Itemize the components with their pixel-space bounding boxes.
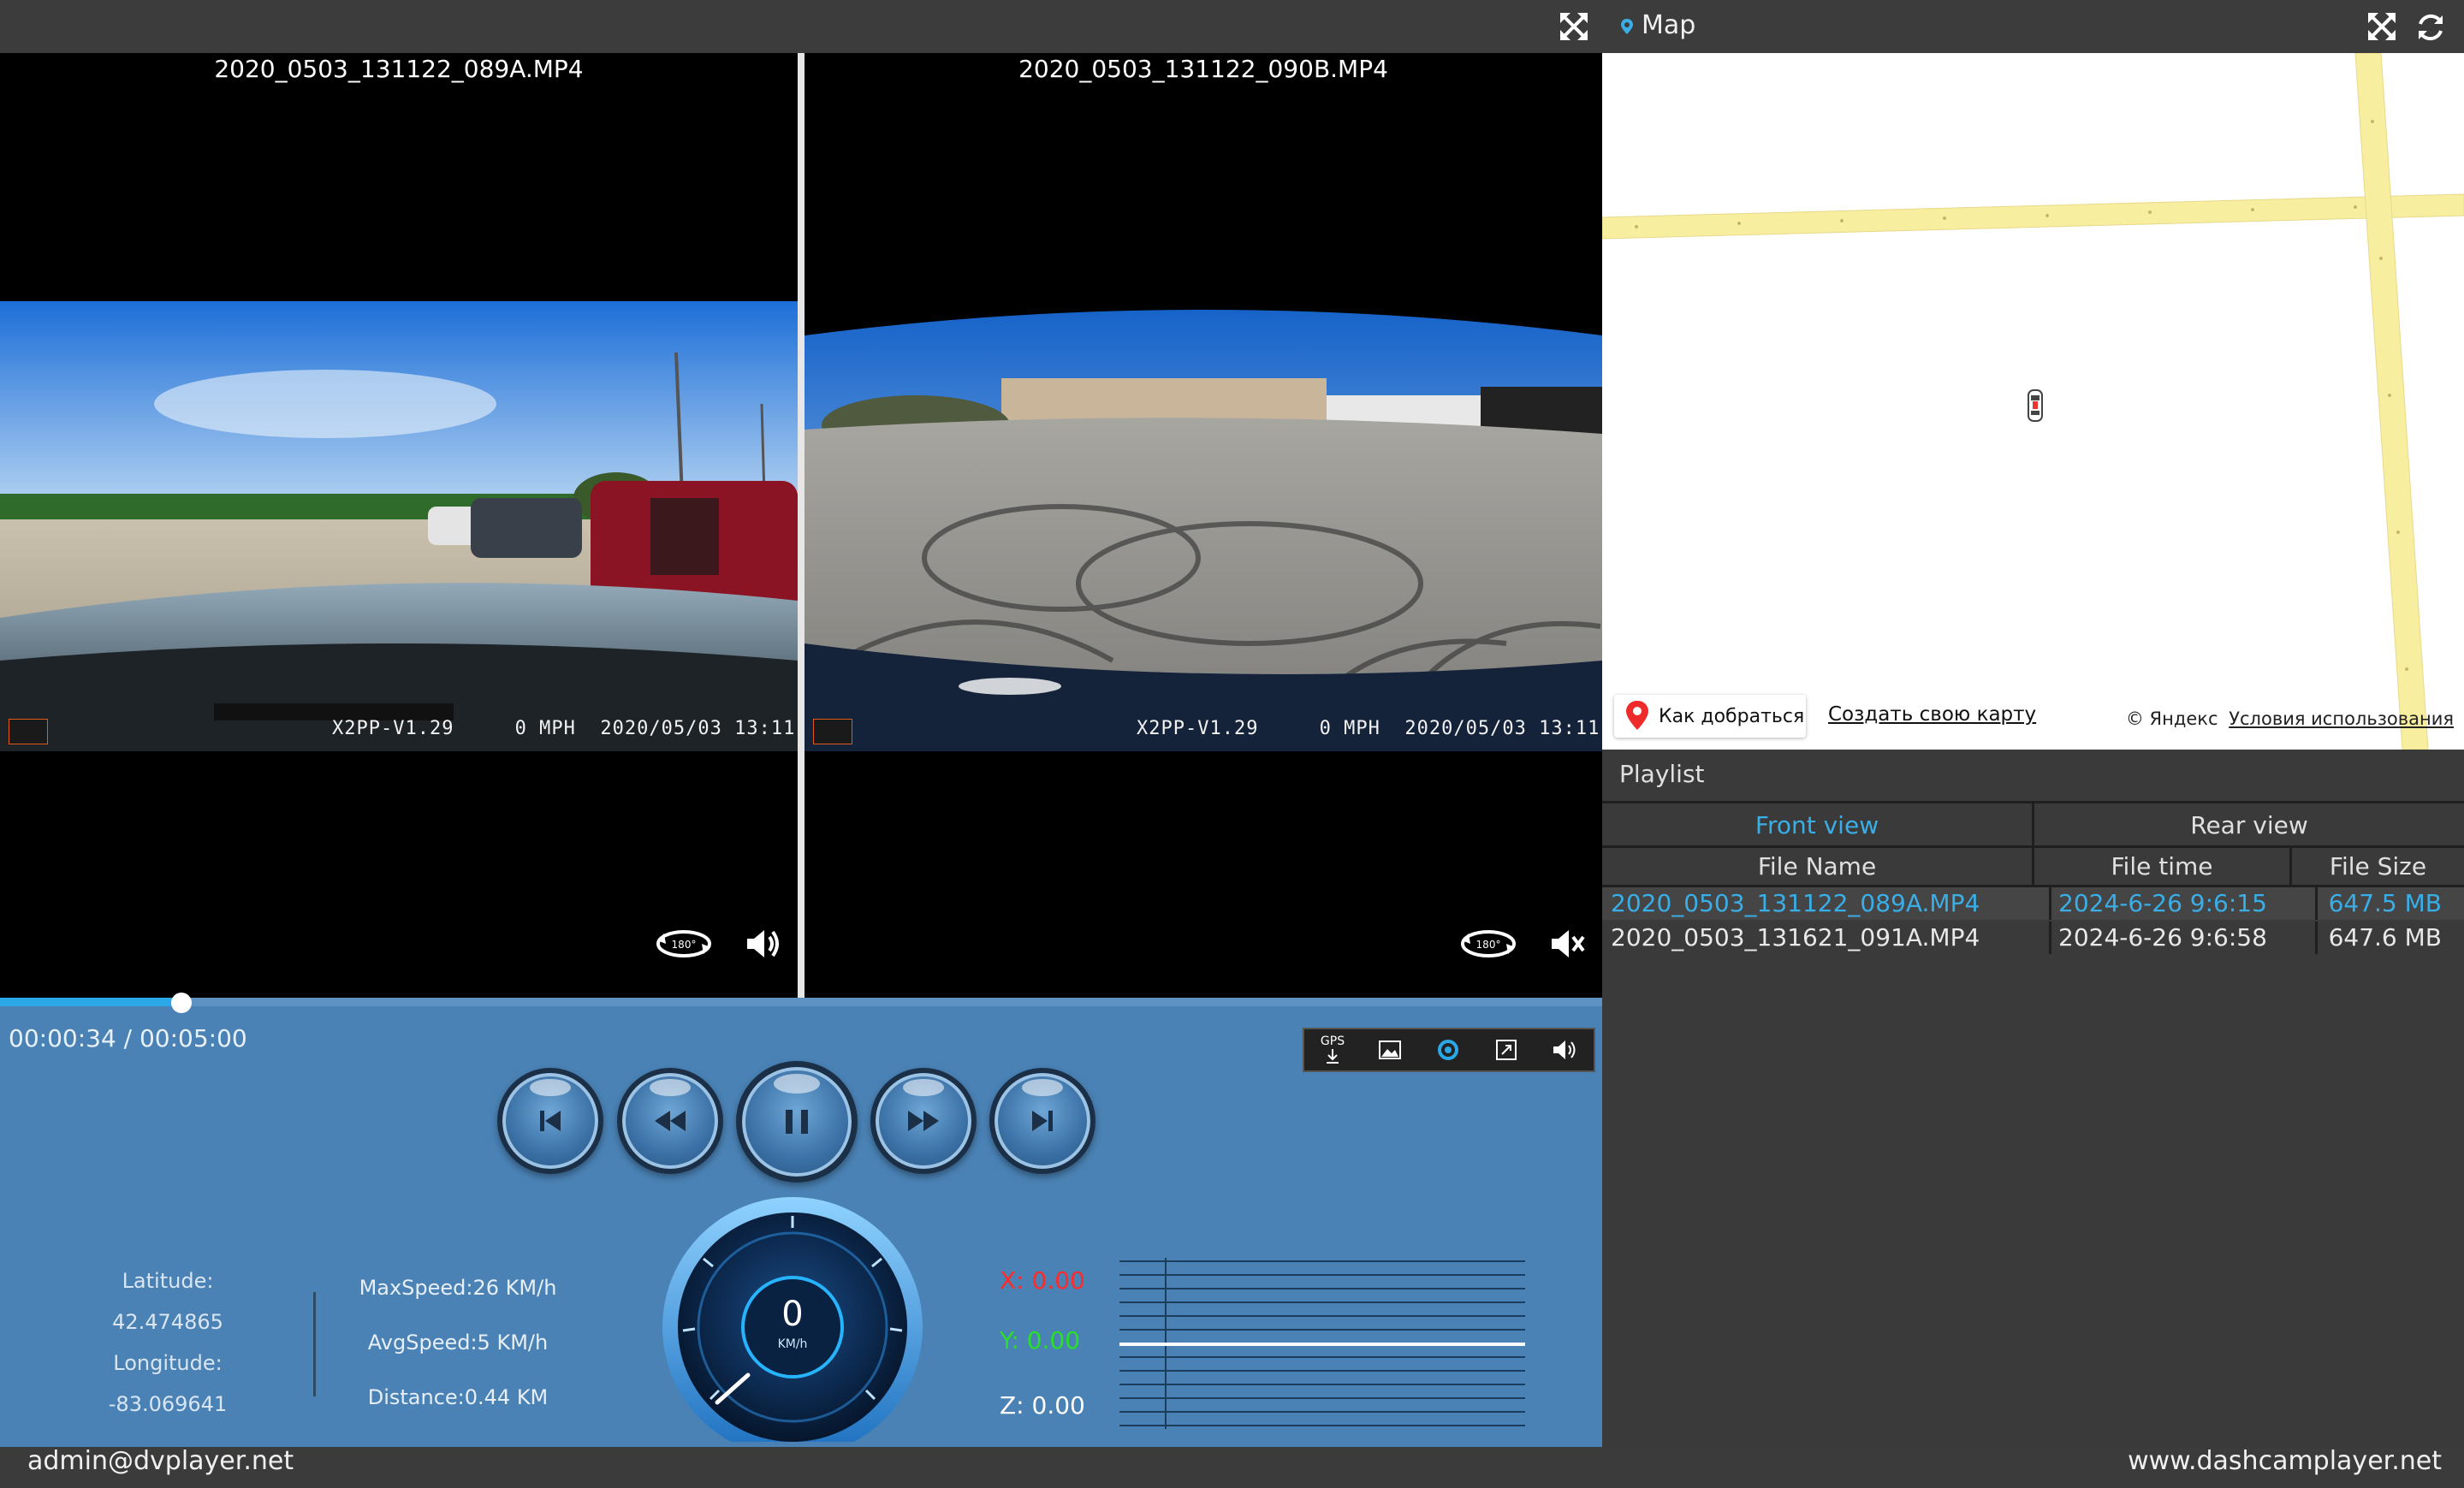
max-speed: MaxSpeed:26 KM/h (359, 1276, 557, 1300)
speedometer: 0 KM/h (659, 1194, 926, 1457)
progress-handle[interactable] (171, 993, 192, 1013)
car-marker-icon (2026, 388, 2045, 423)
gps-download-icon[interactable]: GPS (1304, 1029, 1361, 1070)
svg-text:180°: 180° (672, 939, 697, 951)
playlist-title: Playlist (1619, 760, 1705, 788)
speed-unit: KM/h (777, 1337, 808, 1351)
playback-time: 00:00:34 / 00:05:00 (9, 1024, 247, 1052)
tab-front-view[interactable]: Front view (1602, 811, 2032, 839)
map-view[interactable]: Как добраться Создать свою карту © Яндек… (1602, 53, 2464, 750)
front-osd-overlay: X2PP-V1.29 0 MPH 2020/05/03 13:11:53 (332, 718, 798, 739)
column-header-file-size[interactable]: File Size (2292, 852, 2464, 880)
column-header-file-time[interactable]: File time (2034, 852, 2289, 880)
video-divider (798, 53, 805, 998)
rear-camera-frame (805, 301, 1602, 751)
tab-rear-view[interactable]: Rear view (2034, 811, 2464, 839)
tool-strip: GPS (1303, 1028, 1595, 1072)
gps-label: GPS (1320, 1034, 1345, 1048)
svg-text:180°: 180° (1476, 939, 1501, 951)
info-divider (313, 1292, 316, 1396)
refresh-icon[interactable] (2412, 9, 2449, 46)
g-sensor-graph (1119, 1258, 1525, 1429)
map-copyright: © Яндекс Условия использования (2126, 708, 2454, 729)
map-pin-icon (1621, 19, 1633, 34)
distance: Distance:0.44 KM (367, 1385, 549, 1409)
route-button[interactable]: Как добраться (1614, 695, 1806, 738)
table-divider (2049, 922, 2051, 954)
create-map-link[interactable]: Создать свою карту (1828, 703, 2036, 726)
g-sensor-y: Y: 0.00 (1000, 1326, 1081, 1355)
latitude-value: 42.474865 (112, 1310, 223, 1334)
progress-fill (0, 998, 181, 1006)
table-divider (2315, 887, 2318, 920)
table-row[interactable]: 2020_0503_131122_089A.MP4 2024-6-26 9:6:… (1602, 887, 2464, 920)
file-size-cell: 647.6 MB (2328, 923, 2442, 951)
route-button-label: Как добраться (1659, 705, 1805, 727)
rear-osd-overlay: X2PP-V1.29 0 MPH 2020/05/03 13:11:53 (1137, 718, 1602, 739)
longitude-label: Longitude: (113, 1351, 223, 1375)
volume-icon[interactable] (741, 922, 784, 965)
copyright-text: © Яндекс (2125, 708, 2218, 729)
speed-value: 0 (781, 1295, 804, 1334)
progress-track[interactable] (0, 998, 1602, 1006)
video-top-bar (0, 0, 1602, 53)
terms-link[interactable]: Условия использования (2229, 708, 2454, 729)
footer-email[interactable]: admin@dvplayer.net (27, 1446, 294, 1476)
footer (0, 1447, 2464, 1488)
front-camera-frame (0, 301, 798, 751)
file-name-cell: 2020_0503_131122_089A.MP4 (1611, 889, 1980, 917)
rear-video-title: 2020_0503_131122_090B.MP4 (1018, 55, 1388, 83)
column-header-file-name[interactable]: File Name (1602, 852, 2032, 880)
avg-speed: AvgSpeed:5 KM/h (367, 1331, 549, 1355)
latitude-label: Latitude: (122, 1269, 214, 1293)
mute-icon[interactable] (1546, 922, 1588, 965)
table-divider (2315, 922, 2318, 954)
map-title: Map (1642, 10, 1696, 40)
rewind-button[interactable] (617, 1068, 723, 1174)
g-sensor-x: X: 0.00 (1000, 1266, 1085, 1295)
rear-video-panel[interactable]: 2020_0503_131122_090B.MP4 X2PP-V1.29 0 M… (805, 53, 1602, 998)
fullscreen-icon[interactable] (1556, 9, 1592, 44)
rotate-180-icon[interactable]: 180° (654, 922, 714, 965)
location-pin-icon (1626, 701, 1648, 730)
file-time-cell: 2024-6-26 9:6:15 (2058, 889, 2267, 917)
rotate-180-icon[interactable]: 180° (1458, 922, 1518, 965)
front-logo (9, 719, 48, 744)
previous-file-button[interactable] (497, 1068, 603, 1174)
longitude-value: -83.069641 (108, 1392, 228, 1416)
fast-forward-button[interactable] (870, 1068, 977, 1174)
file-size-cell: 647.5 MB (2328, 889, 2442, 917)
footer-website[interactable]: www.dashcamplayer.net (2128, 1446, 2442, 1476)
map-header (1602, 0, 2464, 53)
next-file-button[interactable] (989, 1068, 1095, 1174)
file-time-cell: 2024-6-26 9:6:58 (2058, 923, 2267, 951)
file-name-cell: 2020_0503_131621_091A.MP4 (1611, 923, 1980, 951)
front-video-title: 2020_0503_131122_089A.MP4 (214, 55, 584, 83)
pause-button[interactable] (736, 1061, 858, 1183)
rear-logo (813, 719, 852, 744)
table-row[interactable]: 2020_0503_131621_091A.MP4 2024-6-26 9:6:… (1602, 922, 2464, 954)
expand-icon[interactable] (1477, 1029, 1535, 1070)
front-video-panel[interactable]: 2020_0503_131122_089A.MP4 X2PP-V1.29 0 M… (0, 53, 798, 998)
audio-icon[interactable] (1535, 1029, 1594, 1070)
sync-icon[interactable] (1419, 1029, 1477, 1070)
snapshot-icon[interactable] (1361, 1029, 1419, 1070)
table-divider (2049, 887, 2051, 920)
map-fullscreen-icon[interactable] (2364, 9, 2400, 44)
g-sensor-z: Z: 0.00 (1000, 1391, 1085, 1420)
